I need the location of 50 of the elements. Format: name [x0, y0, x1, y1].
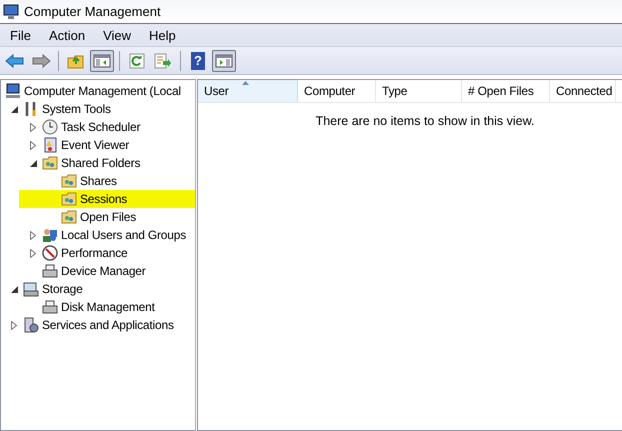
column-header[interactable]: User [198, 80, 298, 102]
tree-item[interactable]: Shared Folders [61, 156, 140, 170]
sort-caret-icon [242, 81, 249, 85]
tree-item[interactable]: Local Users and Groups [61, 228, 186, 242]
shared-folder-icon [61, 173, 77, 189]
tree-item[interactable]: Performance [61, 246, 128, 260]
tree-item[interactable]: Open Files [80, 210, 136, 224]
menu-item[interactable]: View [93, 28, 140, 42]
menu-item[interactable]: Action [38, 28, 94, 42]
collapse-arrow-icon[interactable] [30, 160, 36, 166]
expand-arrow-icon[interactable] [30, 140, 36, 150]
tree-item[interactable]: Storage [42, 282, 83, 296]
collapse-arrow-icon[interactable] [10, 106, 18, 112]
shared-folder-icon [42, 155, 58, 171]
users-icon [42, 227, 58, 243]
expand-arrow-icon[interactable] [11, 320, 17, 330]
tree-item[interactable]: Event Viewer [61, 138, 130, 152]
shared-folder-icon [61, 209, 77, 225]
tree-item[interactable]: Services and Applications [42, 318, 174, 332]
computer-icon [2, 4, 20, 20]
menu-item[interactable]: File [0, 28, 39, 42]
expand-arrow-icon[interactable] [30, 122, 36, 132]
column-header[interactable]: Computer [298, 80, 376, 102]
computer-icon [5, 83, 21, 99]
column-header[interactable]: # Open Files [462, 80, 550, 102]
tree-toggle-button[interactable] [90, 50, 114, 72]
column-header[interactable]: Type [376, 80, 462, 102]
gauge-icon [42, 245, 58, 261]
empty-message: There are no items to show in this view. [314, 113, 536, 128]
expand-arrow-icon[interactable] [30, 248, 36, 258]
shared-folder-icon [61, 191, 77, 207]
tree-item[interactable]: Computer Management (Local [24, 84, 181, 98]
tree-item[interactable]: Device Manager [61, 264, 146, 278]
tree-item[interactable]: Disk Management [61, 300, 155, 314]
tree-item[interactable]: Task Scheduler [61, 120, 140, 134]
tree-item[interactable]: Shares [80, 174, 117, 188]
clock-icon [42, 119, 58, 135]
help-icon: ? [191, 52, 205, 70]
column-header[interactable]: Connected [550, 80, 616, 102]
collapse-arrow-icon[interactable] [10, 286, 18, 292]
printer-device-icon [42, 263, 58, 279]
log-book-icon [42, 137, 58, 153]
help-button[interactable]: ? [186, 50, 210, 72]
action-pane-button[interactable] [212, 50, 236, 72]
tree-item[interactable]: System Tools [42, 102, 111, 116]
printer-device-icon [42, 299, 58, 315]
menu-item[interactable]: Help [139, 28, 184, 42]
expand-arrow-icon[interactable] [30, 230, 36, 240]
storage-drive-icon [23, 281, 39, 297]
window-title: Computer Management [24, 4, 161, 19]
